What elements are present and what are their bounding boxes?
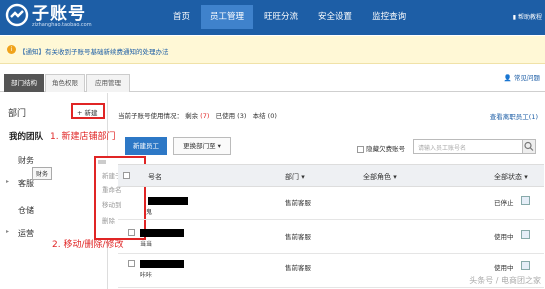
used-label: 已使用: [215, 112, 236, 120]
menu-item-delete[interactable]: 删除: [102, 215, 115, 225]
info-icon: i: [7, 45, 16, 54]
play-icon[interactable]: [521, 196, 530, 205]
watermark: 头条号 / 电商团之家: [469, 276, 541, 285]
sidebar-item-warehouse[interactable]: 仓储: [0, 200, 108, 222]
search-placeholder: 请输入员工账号名: [418, 145, 467, 152]
expand-arrow-icon[interactable]: ▸: [6, 178, 9, 185]
column-header-status-label: 全部状态: [494, 173, 522, 181]
annotation-step1: 1. 新建店铺部门: [50, 132, 116, 142]
tab-department-structure[interactable]: 部门结构: [4, 74, 44, 92]
help-label: 帮助教程: [517, 14, 542, 21]
department-sidebar: 部门 + 新建 我的团队 财务 ▸ 客服 仓储 ▸ 运营: [0, 93, 108, 289]
tab-app-management[interactable]: 应用管理: [86, 74, 130, 92]
expand-arrow-icon[interactable]: ▸: [6, 228, 9, 235]
column-header-department-label: 部门: [285, 173, 299, 181]
menu-handle-icon[interactable]: [98, 160, 106, 164]
faq-label: 常见问题: [514, 74, 540, 82]
hide-arrears-checkbox[interactable]: [357, 145, 364, 153]
remain-value: (7): [200, 112, 210, 120]
new-department-button[interactable]: + 新建: [77, 107, 98, 117]
sidebar-title: 部门: [8, 109, 27, 119]
employee-department: 售前客服: [285, 199, 311, 207]
redacted-name: [140, 260, 184, 268]
nav-monitoring[interactable]: 监控查询: [363, 5, 415, 29]
nav-home[interactable]: 首页: [164, 5, 199, 29]
hide-arrears-toggle[interactable]: 隐藏欠费账号: [357, 143, 405, 153]
hide-arrears-label: 隐藏欠费账号: [366, 145, 406, 153]
annotation-step2: 2. 移动/删除/修改: [52, 240, 124, 250]
user-icon: 👤: [503, 74, 512, 82]
employee-department: 售前客服: [285, 233, 311, 241]
help-icon: ▮: [512, 14, 517, 21]
search-icon[interactable]: [522, 139, 536, 154]
logo-title: 子账号: [32, 4, 86, 24]
used-value: (3): [237, 112, 247, 120]
usage-label: 当前子账号使用情况：: [118, 112, 183, 120]
top-header: 子账号 zizhanghao.taobao.com 首页 员工管理 旺旺分流 安…: [0, 0, 545, 35]
nav-wangwang-split[interactable]: 旺旺分流: [255, 5, 307, 29]
usage-summary: 当前子账号使用情况： 剩余 (7) 已使用 (3) 本结 (0): [118, 110, 277, 120]
change-department-label: 更换部门至: [183, 142, 216, 150]
column-header-role-label: 全部角色: [363, 173, 391, 181]
pause-icon[interactable]: [521, 230, 530, 239]
tab-bar: 部门结构 角色权限 应用管理 👤 常见问题: [0, 70, 545, 92]
sidebar-item-label: 运营: [18, 229, 34, 238]
employee-subname: 咔咔: [140, 272, 153, 279]
employee-subname: 当当: [140, 241, 153, 248]
row-checkbox[interactable]: [128, 229, 135, 236]
sidebar-item-finance[interactable]: 财务: [0, 150, 108, 172]
pause-icon[interactable]: [521, 261, 530, 270]
nav-employee-management[interactable]: 员工管理: [201, 5, 254, 29]
my-team-label[interactable]: 我的团队: [9, 130, 43, 142]
notice-bar: i 【通知】有关收到子账号基础新续费通知的处理办法: [0, 36, 545, 64]
main-nav: 首页 员工管理 旺旺分流 安全设置 监控查询: [164, 5, 417, 29]
notice-link[interactable]: 【通知】有关收到子账号基础新续费通知的处理办法: [19, 46, 169, 56]
column-header-name: 号名: [148, 173, 162, 181]
column-header-department[interactable]: 部门 ▾: [285, 172, 305, 182]
change-department-dropdown[interactable]: 更换部门至 ▾: [173, 137, 231, 155]
column-header-role[interactable]: 全部角色 ▾: [363, 172, 397, 182]
logo-subtitle: zizhanghao.taobao.com: [32, 22, 92, 28]
department-tooltip: 财务: [32, 167, 53, 180]
new-employee-button[interactable]: 新建员工: [125, 137, 167, 155]
faq-link[interactable]: 👤 常见问题: [504, 72, 540, 82]
table-row[interactable]: 鬼 售前客服 已停止: [118, 187, 544, 220]
sidebar-item-label: 仓储: [18, 206, 34, 215]
bound-value: (0): [267, 112, 277, 120]
resigned-employees-link[interactable]: 查看离职员工(1): [490, 111, 538, 121]
employee-status: 使用中: [494, 264, 514, 272]
employee-search-input[interactable]: 请输入员工账号名: [413, 139, 536, 154]
column-header-status[interactable]: 全部状态 ▾: [494, 172, 528, 182]
employee-status: 已停止: [494, 199, 514, 207]
remain-label: 剩余: [185, 112, 199, 120]
employee-department: 售前客服: [285, 264, 311, 272]
row-checkbox[interactable]: [128, 260, 135, 267]
sidebar-item-customer-service[interactable]: ▸ 客服: [0, 173, 108, 195]
redacted-name: [140, 229, 184, 237]
nav-security[interactable]: 安全设置: [309, 5, 361, 29]
employee-table-header: 号名 部门 ▾ 全部角色 ▾ 全部状态 ▾: [118, 164, 544, 187]
help-link[interactable]: ▮ 帮助教程: [513, 12, 542, 21]
employee-subname: 鬼: [146, 209, 153, 216]
bound-label: 本结: [252, 112, 266, 120]
redacted-name: [148, 197, 188, 205]
table-row[interactable]: 当当 售前客服 使用中: [118, 221, 544, 254]
employee-status: 使用中: [494, 233, 514, 241]
logo-icon: [5, 3, 29, 27]
sidebar-item-label: 财务: [18, 156, 34, 165]
select-all-checkbox[interactable]: [123, 172, 130, 179]
tab-role-permissions[interactable]: 角色权限: [45, 74, 85, 92]
chevron-down-icon: ▾: [217, 142, 221, 150]
